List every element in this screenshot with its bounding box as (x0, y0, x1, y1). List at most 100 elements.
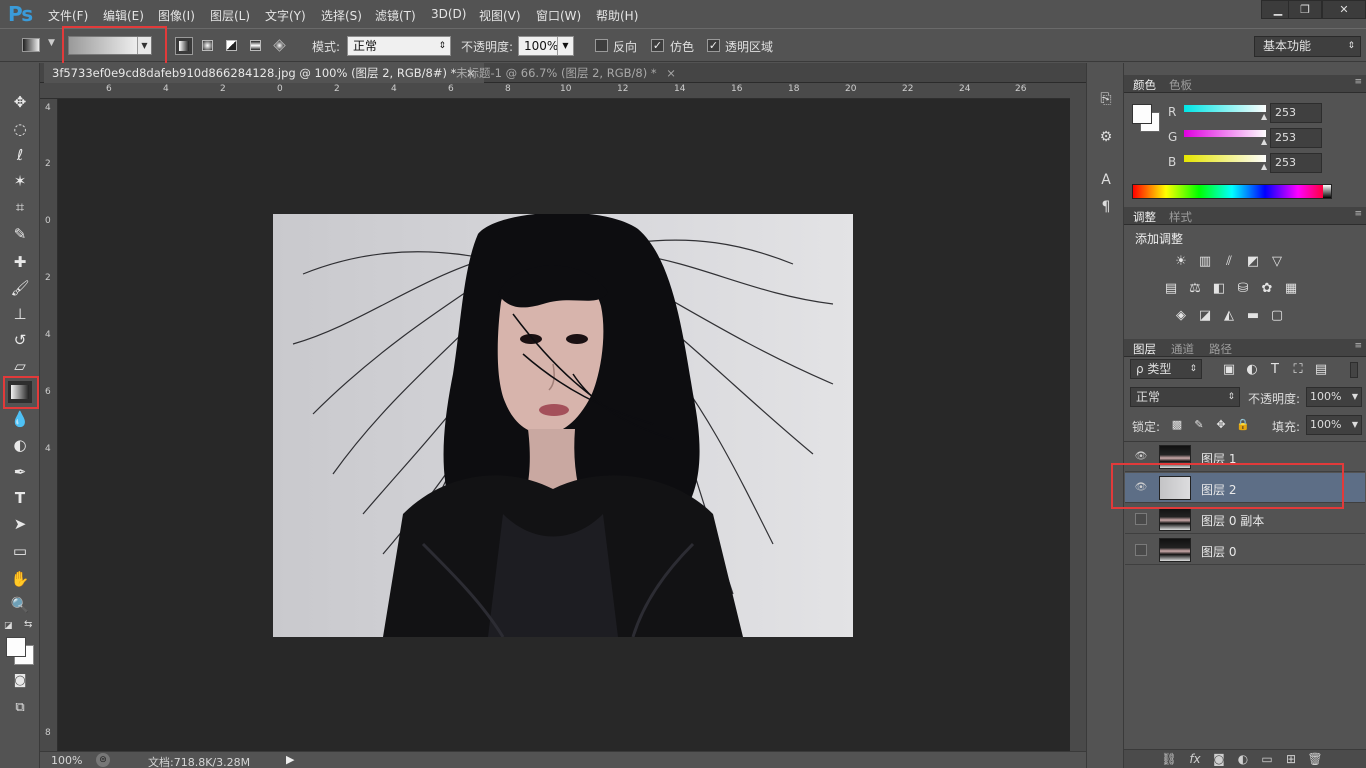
tab-channels[interactable]: 通道 (1171, 341, 1194, 357)
linear-gradient-icon[interactable] (175, 37, 193, 55)
menu-3d[interactable]: 3D(D) (431, 7, 466, 21)
foreground-color-swatch[interactable] (1132, 104, 1152, 124)
chevron-down-icon[interactable]: ▼ (1352, 388, 1358, 406)
pen-tool-icon[interactable]: ✒ (8, 461, 32, 483)
hand-tool-icon[interactable]: ✋ (8, 568, 32, 590)
type-tool-icon[interactable]: T (8, 487, 32, 509)
menu-help[interactable]: 帮助(H) (596, 7, 638, 24)
status-menu-arrow-icon[interactable]: ▶ (286, 753, 294, 766)
lasso-tool-icon[interactable]: ℓ (8, 144, 32, 166)
visibility-eye-icon[interactable]: 👁 (1134, 451, 1148, 463)
new-layer-icon[interactable]: ⊞ (1282, 750, 1300, 768)
layer-row[interactable]: 图层 0 (1125, 535, 1365, 565)
visibility-toggle-empty[interactable] (1135, 513, 1147, 525)
visibility-eye-icon[interactable]: 👁 (1134, 482, 1148, 494)
vertical-scrollbar[interactable] (1070, 83, 1086, 751)
marquee-tool-icon[interactable]: ◌ (8, 118, 32, 140)
radial-gradient-icon[interactable] (199, 37, 217, 55)
blend-mode-select[interactable]: 正常 ⇕ (1130, 387, 1240, 407)
layer-row[interactable]: 图层 0 副本 (1125, 504, 1365, 534)
transparency-checkbox[interactable]: ✓ (707, 39, 720, 52)
hue-saturation-icon[interactable]: ▤ (1162, 281, 1180, 297)
layer-opacity-field[interactable]: 100% ▼ (1306, 387, 1362, 407)
fx-icon[interactable]: fx (1186, 750, 1204, 768)
paragraph-panel-icon[interactable]: ¶ (1095, 196, 1117, 218)
reverse-checkbox[interactable] (595, 39, 608, 52)
tab-color[interactable]: 颜色 (1133, 77, 1156, 93)
gradient-map-icon[interactable]: ▬ (1244, 308, 1262, 324)
invert-icon[interactable]: ◈ (1172, 308, 1190, 324)
chevron-down-icon[interactable]: ▼ (557, 37, 573, 55)
dither-checkbox[interactable]: ✓ (651, 39, 664, 52)
b-value-field[interactable]: 253 (1270, 153, 1322, 173)
tab-styles[interactable]: 样式 (1169, 209, 1192, 225)
zoom-tool-icon[interactable]: 🔍 (8, 594, 32, 616)
smart-object-filter-icon[interactable]: ▤ (1312, 362, 1330, 378)
menu-view[interactable]: 视图(V) (479, 7, 521, 24)
move-tool-icon[interactable]: ✥ (8, 91, 32, 113)
menu-select[interactable]: 选择(S) (321, 7, 362, 24)
dodge-tool-icon[interactable]: ◐ (8, 434, 32, 456)
delete-layer-icon[interactable]: 🗑 (1306, 750, 1324, 768)
chevron-down-icon[interactable]: ▼ (137, 37, 151, 54)
menu-file[interactable]: 文件(F) (48, 7, 88, 24)
menu-type[interactable]: 文字(Y) (265, 7, 306, 24)
tab-layers[interactable]: 图层 (1133, 341, 1156, 357)
levels-icon[interactable]: ▥ (1196, 254, 1214, 270)
default-colors-icon[interactable]: ◪ (4, 621, 13, 631)
swap-colors-icon[interactable]: ⇆ (24, 619, 32, 630)
panel-menu-icon[interactable]: ≡ (1354, 209, 1362, 219)
brightness-contrast-icon[interactable]: ☀ (1172, 254, 1190, 270)
menu-window[interactable]: 窗口(W) (536, 7, 581, 24)
posterize-icon[interactable]: ◪ (1196, 308, 1214, 324)
clone-stamp-tool-icon[interactable]: ⊥ (8, 303, 32, 325)
pixel-filter-icon[interactable]: ▣ (1220, 362, 1238, 378)
r-slider[interactable] (1184, 105, 1266, 112)
foreground-color-swatch[interactable] (6, 637, 26, 657)
share-icon[interactable]: ⊜ (96, 753, 110, 767)
add-mask-icon[interactable]: ◙ (1210, 750, 1228, 768)
photo-filter-icon[interactable]: ⛁ (1234, 281, 1252, 297)
channel-mixer-icon[interactable]: ✿ (1258, 281, 1276, 297)
color-balance-icon[interactable]: ⚖ (1186, 281, 1204, 297)
quick-mask-icon[interactable]: ◙ (8, 670, 32, 692)
close-icon[interactable]: ✕ (1322, 0, 1366, 19)
healing-brush-tool-icon[interactable]: ✚ (8, 251, 32, 273)
mode-select[interactable]: 正常 ⇕ (347, 36, 451, 56)
tab-adjustments[interactable]: 调整 (1133, 209, 1156, 225)
color-spectrum-ramp[interactable] (1132, 184, 1332, 199)
blur-tool-icon[interactable]: 💧 (8, 408, 32, 430)
brush-tool-icon[interactable]: 🖌 (8, 277, 32, 299)
menu-edit[interactable]: 编辑(E) (103, 7, 144, 24)
slider-thumb-icon[interactable]: ▲ (1261, 137, 1267, 146)
menu-filter[interactable]: 滤镜(T) (375, 7, 416, 24)
document-image[interactable] (273, 214, 853, 637)
tab-document-1[interactable]: 3f5733ef0e9cd8dafeb910d866284128.jpg @ 1… (44, 63, 484, 83)
layer-row-selected[interactable]: 👁 图层 2 (1125, 473, 1365, 503)
visibility-toggle-empty[interactable] (1135, 544, 1147, 556)
lock-transparency-icon[interactable]: ▩ (1168, 417, 1186, 433)
lock-all-icon[interactable]: 🔒 (1234, 417, 1252, 433)
tab-swatches[interactable]: 色板 (1169, 77, 1192, 93)
zoom-level[interactable]: 100% (51, 754, 82, 767)
curves-icon[interactable]: ⫽ (1220, 254, 1238, 270)
adjustment-filter-icon[interactable]: ◐ (1243, 362, 1261, 378)
b-slider[interactable] (1184, 155, 1266, 162)
workspace-select[interactable]: 基本功能 ⇕ (1254, 36, 1361, 57)
diamond-gradient-icon[interactable] (271, 37, 289, 55)
exposure-icon[interactable]: ◩ (1244, 254, 1262, 270)
color-lookup-icon[interactable]: ▦ (1282, 281, 1300, 297)
reflected-gradient-icon[interactable] (247, 37, 265, 55)
properties-panel-icon[interactable]: ⚙ (1095, 126, 1117, 148)
layer-row[interactable]: 👁 图层 1 (1125, 442, 1365, 472)
eraser-tool-icon[interactable]: ▱ (8, 355, 32, 377)
selective-color-icon[interactable]: ▢ (1268, 308, 1286, 324)
layer-name[interactable]: 图层 0 (1201, 543, 1236, 560)
screen-mode-icon[interactable]: ⧉ (8, 697, 32, 719)
layer-filter-select[interactable]: ρ 类型 ⇕ (1130, 359, 1202, 379)
lock-position-icon[interactable]: ✥ (1212, 417, 1230, 433)
chevron-down-icon[interactable]: ▼ (48, 38, 55, 48)
panel-menu-icon[interactable]: ≡ (1354, 77, 1362, 87)
black-white-icon[interactable]: ◧ (1210, 281, 1228, 297)
slider-thumb-icon[interactable]: ▲ (1261, 162, 1267, 171)
